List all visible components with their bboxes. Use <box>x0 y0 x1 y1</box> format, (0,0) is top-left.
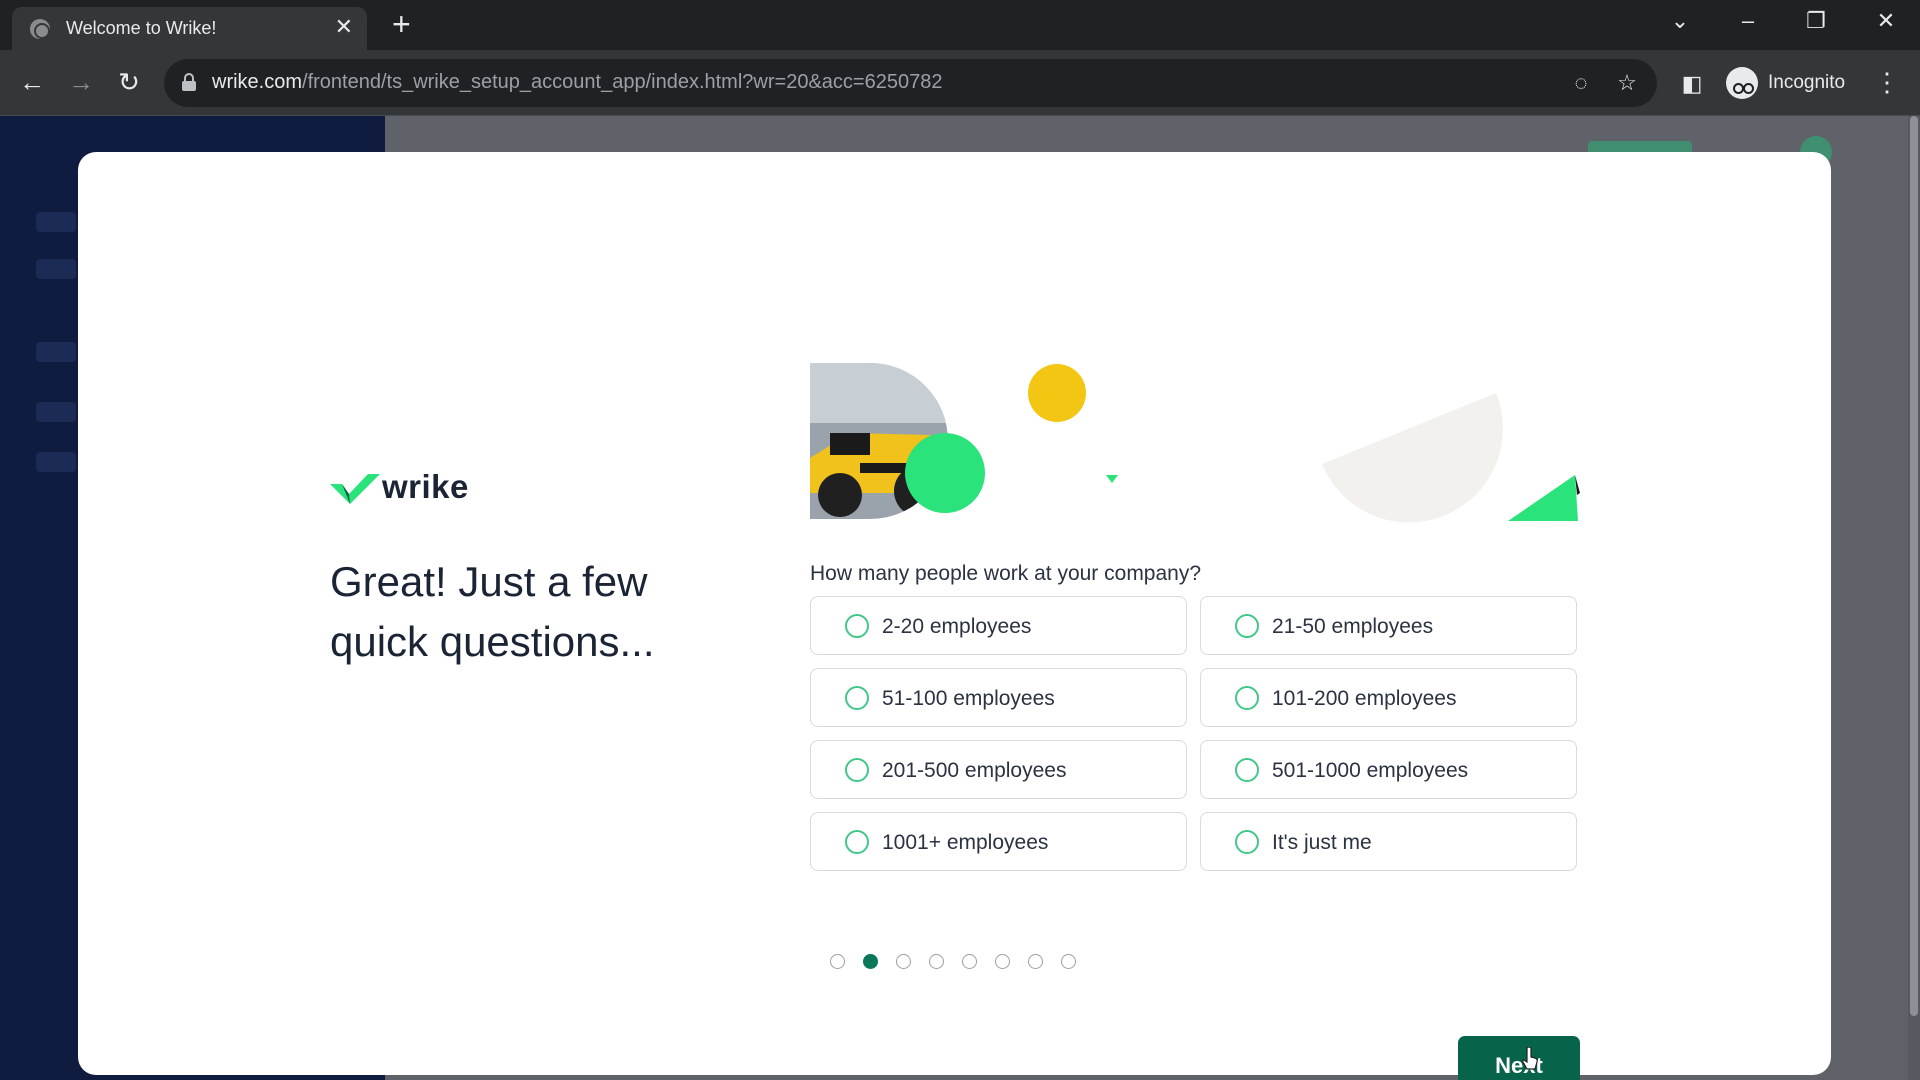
option-just-me[interactable]: It's just me <box>1200 812 1577 871</box>
radio-button[interactable] <box>845 830 869 854</box>
option-101-200[interactable]: 101-200 employees <box>1200 668 1577 727</box>
radio-button[interactable] <box>845 758 869 782</box>
wrike-check-icon <box>330 474 380 504</box>
radio-button[interactable] <box>1235 686 1259 710</box>
incognito-profile[interactable]: Incognito <box>1722 59 1862 107</box>
yellow-circle <box>1028 364 1086 422</box>
lock-icon[interactable] <box>182 73 196 91</box>
logo-text: wrike <box>382 468 469 505</box>
option-21-50[interactable]: 21-50 employees <box>1200 596 1577 655</box>
progress-dots <box>830 951 1090 971</box>
background-sidebar-item <box>36 402 76 422</box>
back-icon[interactable]: ← <box>14 64 50 100</box>
option-2-20[interactable]: 2-20 employees <box>810 596 1187 655</box>
green-circle <box>905 433 985 513</box>
option-51-100[interactable]: 51-100 employees <box>810 668 1187 727</box>
radio-button[interactable] <box>845 614 869 638</box>
url-text[interactable]: wrike.com/frontend/ts_wrike_setup_accoun… <box>212 71 942 94</box>
background-sidebar-item <box>36 342 76 362</box>
onboarding-modal: wrike Great! Just a few quick questions.… <box>78 152 1831 1080</box>
radio-button[interactable] <box>1235 830 1259 854</box>
side-panel-icon[interactable]: ◧ <box>1677 70 1707 98</box>
tab-title: Welcome to Wrike! <box>66 18 217 38</box>
progress-dot <box>896 954 911 969</box>
progress-dot <box>1028 954 1043 969</box>
background-sidebar-item <box>36 259 76 279</box>
radio-button[interactable] <box>1235 614 1259 638</box>
option-label: 201-500 employees <box>882 759 1067 782</box>
reload-icon[interactable]: ↻ <box>111 64 147 100</box>
close-tab-icon[interactable]: ✕ <box>335 14 353 40</box>
browser-tab[interactable]: Welcome to Wrike! ✕ <box>12 7 367 50</box>
green-triangle <box>1508 475 1578 521</box>
wrike-logo: wrike <box>330 468 510 508</box>
background-sidebar-item <box>36 212 76 232</box>
progress-dot <box>962 954 977 969</box>
browser-toolbar: ← → ↻ wrike.com/frontend/ts_wrike_setup_… <box>0 50 1920 116</box>
progress-dot <box>830 954 845 969</box>
option-label: 1001+ employees <box>882 831 1049 854</box>
option-label: It's just me <box>1272 831 1372 854</box>
radio-button[interactable] <box>845 686 869 710</box>
star-icon[interactable]: ☆ <box>1612 69 1642 97</box>
next-button[interactable]: Next <box>1458 1036 1580 1080</box>
option-label: 101-200 employees <box>1272 687 1457 710</box>
eye-slash-icon[interactable]: ◌ <box>1566 69 1596 97</box>
forward-icon[interactable]: → <box>63 64 99 100</box>
progress-dot <box>995 954 1010 969</box>
background-sidebar-item <box>36 452 76 472</box>
option-label: 51-100 employees <box>882 687 1055 710</box>
small-triangle <box>1106 475 1118 483</box>
tab-search-icon[interactable]: ⌄ <box>1660 6 1700 36</box>
decorative-illustration <box>810 363 1580 523</box>
incognito-label: Incognito <box>1768 72 1846 93</box>
page-title: Great! Just a few quick questions... <box>330 558 655 665</box>
question-label: How many people work at your company? <box>810 562 1202 585</box>
option-201-500[interactable]: 201-500 employees <box>810 740 1187 799</box>
option-label: 2-20 employees <box>882 615 1032 638</box>
browser-tab-bar: Welcome to Wrike! ✕ + ⌄ – ❐ ✕ <box>0 0 1920 50</box>
page-scrollbar[interactable] <box>1908 116 1920 1080</box>
globe-icon <box>30 19 50 39</box>
option-501-1000[interactable]: 501-1000 employees <box>1200 740 1577 799</box>
option-label: 501-1000 employees <box>1272 759 1469 782</box>
hand-cursor-icon <box>1522 1047 1538 1070</box>
progress-dot <box>1061 954 1076 969</box>
address-bar[interactable]: wrike.com/frontend/ts_wrike_setup_accoun… <box>164 59 1657 107</box>
close-window-icon[interactable]: ✕ <box>1866 6 1906 36</box>
option-label: 21-50 employees <box>1272 615 1434 638</box>
scrollbar-thumb[interactable] <box>1910 116 1918 1016</box>
browser-menu-icon[interactable]: ⋮ <box>1872 64 1902 100</box>
progress-dot-active <box>863 954 878 969</box>
minimize-icon[interactable]: – <box>1728 6 1768 36</box>
page-viewport: wrike Great! Just a few quick questions.… <box>0 116 1920 1080</box>
restore-icon[interactable]: ❐ <box>1796 6 1836 36</box>
progress-dot <box>929 954 944 969</box>
option-1001-plus[interactable]: 1001+ employees <box>810 812 1187 871</box>
beige-half-circle <box>1322 393 1503 523</box>
new-tab-icon[interactable]: + <box>392 6 411 42</box>
radio-button[interactable] <box>1235 758 1259 782</box>
incognito-icon <box>1726 67 1758 99</box>
